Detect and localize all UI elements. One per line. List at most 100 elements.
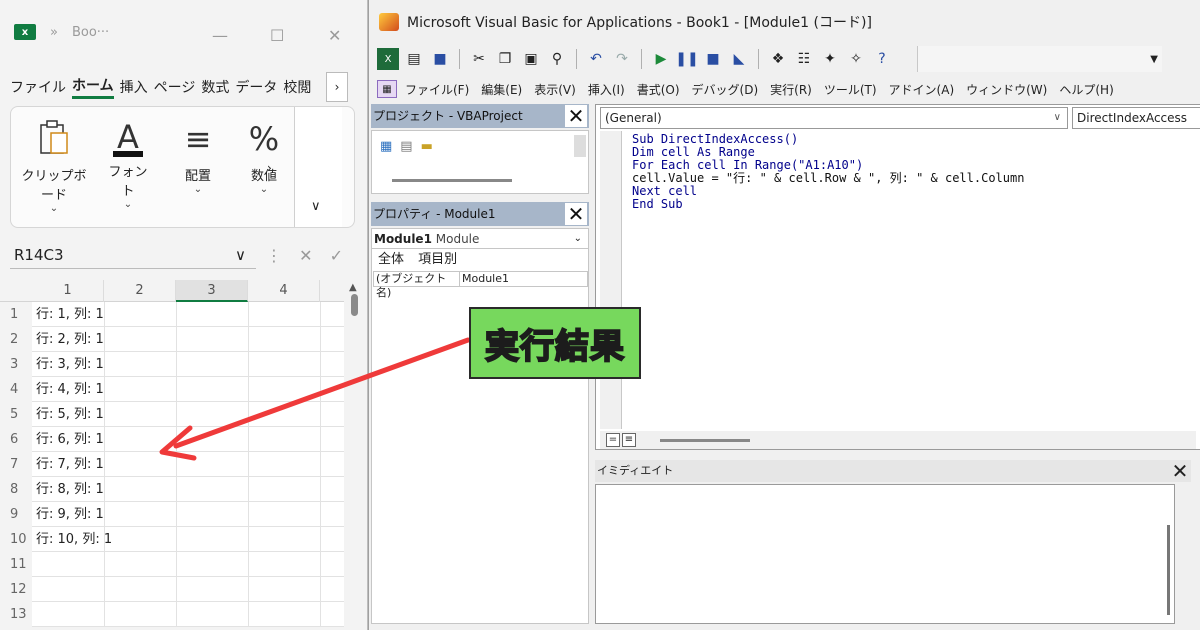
cell-a[interactable]: 行: 6, 列: 1: [32, 427, 104, 452]
cell-a[interactable]: 行: 2, 列: 1: [32, 327, 104, 352]
project-scrollbar[interactable]: [574, 135, 586, 157]
full-module-view-button[interactable]: ≡: [622, 433, 636, 447]
menu-edit[interactable]: 編集(E): [481, 81, 522, 98]
view-code-icon[interactable]: ▦: [380, 139, 392, 154]
row-header[interactable]: 2: [0, 327, 32, 352]
vertical-scrollbar[interactable]: ▲: [344, 280, 367, 630]
tab-file[interactable]: ファイル: [10, 77, 66, 97]
ribbon-expand-icon[interactable]: ∨: [311, 199, 321, 214]
ribbon-more-icon[interactable]: ›: [267, 161, 272, 175]
immediate-window[interactable]: [595, 484, 1175, 624]
row-header[interactable]: 6: [0, 427, 32, 452]
undo-icon[interactable]: ↶: [585, 48, 607, 70]
cell-a[interactable]: 行: 1, 列: 1: [32, 302, 104, 327]
close-icon[interactable]: ✕: [565, 203, 587, 225]
cell-a[interactable]: 行: 4, 列: 1: [32, 377, 104, 402]
tab-data[interactable]: データ: [235, 77, 277, 97]
tab-insert[interactable]: 挿入: [120, 77, 148, 97]
name-box-dropdown-icon[interactable]: ∨: [235, 246, 246, 264]
tab-formulas[interactable]: 数式: [201, 77, 229, 97]
procedure-view-button[interactable]: =: [606, 433, 620, 447]
tab-review[interactable]: 校閲: [283, 77, 311, 97]
cell-a[interactable]: 行: 7, 列: 1: [32, 452, 104, 477]
chevron-down-icon[interactable]: ∨: [1054, 108, 1061, 128]
tab-home[interactable]: ホーム: [72, 75, 114, 99]
immediate-scrollbar[interactable]: [1167, 525, 1170, 615]
help-icon[interactable]: ?: [871, 48, 893, 70]
formula-icons[interactable]: ⋮ ✕ ✓: [266, 246, 349, 265]
row-header[interactable]: 1: [0, 302, 32, 327]
row-header[interactable]: 12: [0, 577, 32, 602]
worksheet-grid[interactable]: 1 2 3 4 1 行: 1, 列: 1 2 行: 2, 列: 1 3 行: 3, 列: …: [0, 280, 367, 627]
toggle-folders-icon[interactable]: ▬: [421, 139, 433, 154]
maximize-icon[interactable]: ☐: [270, 26, 284, 45]
vbe-menu-icon[interactable]: ▦: [377, 80, 397, 98]
cell-a[interactable]: 行: 8, 列: 1: [32, 477, 104, 502]
stop-icon[interactable]: ■: [702, 48, 724, 70]
cell-a[interactable]: [32, 602, 104, 627]
close-icon[interactable]: ✕: [328, 26, 341, 45]
cell-a[interactable]: 行: 10, 列: 1: [32, 527, 112, 552]
property-value[interactable]: Module1: [460, 272, 509, 286]
cell-a[interactable]: [32, 552, 104, 577]
column-header[interactable]: 2: [104, 280, 176, 302]
view-object-icon[interactable]: ▤: [400, 139, 412, 154]
ribbon-font[interactable]: A フォント ⌄: [103, 117, 153, 210]
insert-module-icon[interactable]: ▤: [403, 48, 425, 70]
redo-icon[interactable]: ↷: [611, 48, 633, 70]
code-margin[interactable]: [600, 131, 622, 429]
paste-icon[interactable]: ▣: [520, 48, 542, 70]
tab-alphabetic[interactable]: 全体: [378, 252, 404, 267]
row-header[interactable]: 7: [0, 452, 32, 477]
ribbon-clipboard[interactable]: クリップボード ⌄: [19, 117, 89, 214]
view-excel-icon[interactable]: X: [377, 48, 399, 70]
cell-a[interactable]: 行: 9, 列: 1: [32, 502, 104, 527]
cell-a[interactable]: [32, 577, 104, 602]
menu-view[interactable]: 表示(V): [534, 81, 576, 98]
menu-insert[interactable]: 挿入(I): [588, 81, 625, 98]
row-header[interactable]: 5: [0, 402, 32, 427]
object-browser-icon[interactable]: ✦: [819, 48, 841, 70]
row-header[interactable]: 13: [0, 602, 32, 627]
chevron-down-icon[interactable]: ⌄: [574, 229, 582, 249]
property-row[interactable]: (オブジェクト名) Module1: [373, 271, 588, 299]
tab-page[interactable]: ページ: [154, 77, 196, 97]
close-icon[interactable]: ✕: [1169, 460, 1191, 482]
cell-a[interactable]: 行: 5, 列: 1: [32, 402, 104, 427]
column-header[interactable]: 4: [248, 280, 320, 302]
minimize-icon[interactable]: —: [212, 26, 228, 45]
properties-object-select[interactable]: Module1 Module ⌄: [372, 229, 588, 249]
row-header[interactable]: 8: [0, 477, 32, 502]
design-mode-icon[interactable]: ◣: [728, 48, 750, 70]
close-icon[interactable]: ✕: [565, 105, 587, 127]
find-icon[interactable]: ⚲: [546, 48, 568, 70]
toolbar-options-icon[interactable]: ▼: [1150, 54, 1158, 65]
name-box[interactable]: R14C3 ∨: [10, 241, 256, 269]
column-header[interactable]: 1: [32, 280, 104, 302]
project-hscroll[interactable]: [392, 179, 512, 182]
toolbox-icon[interactable]: ✧: [845, 48, 867, 70]
menu-addins[interactable]: アドイン(A): [889, 81, 955, 98]
menu-tools[interactable]: ツール(T): [824, 81, 877, 98]
scroll-up-icon[interactable]: ▲: [349, 282, 357, 293]
row-header[interactable]: 9: [0, 502, 32, 527]
pause-icon[interactable]: ❚❚: [675, 48, 698, 70]
scroll-thumb[interactable]: [351, 294, 358, 316]
row-header[interactable]: 11: [0, 552, 32, 577]
save-icon[interactable]: ■: [429, 48, 451, 70]
menu-file[interactable]: ファイル(F): [405, 81, 469, 98]
menu-debug[interactable]: デバッグ(D): [692, 81, 759, 98]
run-icon[interactable]: ▶: [650, 48, 672, 70]
tabs-more-button[interactable]: ›: [326, 72, 348, 102]
ribbon-alignment[interactable]: ≡ 配置 ⌄: [173, 117, 223, 195]
tab-categorized[interactable]: 項目別: [418, 252, 457, 267]
ribbon-number[interactable]: % 数値 ⌄: [239, 117, 289, 195]
column-header-selected[interactable]: 3: [176, 280, 248, 302]
menu-help[interactable]: ヘルプ(H): [1059, 81, 1113, 98]
menu-format[interactable]: 書式(O): [637, 81, 680, 98]
cut-icon[interactable]: ✂: [468, 48, 490, 70]
code-hscroll[interactable]: [660, 439, 750, 442]
cell-a[interactable]: 行: 3, 列: 1: [32, 352, 104, 377]
code-editor[interactable]: Sub DirectIndexAccess() Dim cell As Range…: [632, 133, 1024, 211]
procedure-select[interactable]: DirectIndexAccess: [1072, 107, 1200, 129]
